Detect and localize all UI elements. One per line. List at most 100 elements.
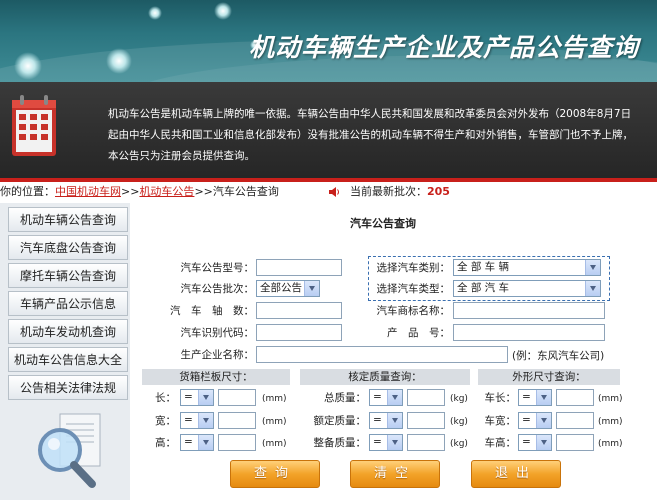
- latest-batch: 当前最新批次：205: [350, 183, 450, 201]
- product-input[interactable]: [453, 324, 605, 341]
- chevron-down-icon: [304, 281, 319, 296]
- axles-input[interactable]: [256, 302, 342, 319]
- unit-kg: (kg): [450, 439, 468, 449]
- car-width-operator[interactable]: =: [518, 412, 552, 429]
- outer-section-header: 外形尺寸查询：: [478, 369, 620, 385]
- exit-button[interactable]: 退出: [471, 460, 561, 488]
- chevron-down-icon: [536, 390, 551, 405]
- car-width-label: 车宽：: [484, 415, 517, 427]
- axles-label: 汽 车 轴 数：: [170, 305, 254, 317]
- notice-line: 本公告只为注册会员提供查询。: [108, 150, 255, 162]
- unit-mm: (mm): [598, 439, 623, 449]
- curb-mass-operator[interactable]: =: [369, 434, 403, 451]
- sidebar-item-notice-encyclopedia[interactable]: 机动车公告信息大全: [8, 347, 128, 372]
- latest-batch-label: 当前最新批次：: [350, 185, 427, 198]
- cargo-length-input[interactable]: [218, 389, 256, 406]
- cargo-width-operator[interactable]: =: [180, 412, 214, 429]
- latest-batch-value: 205: [427, 185, 450, 198]
- cargo-height-operator[interactable]: =: [180, 434, 214, 451]
- unit-kg: (kg): [450, 394, 468, 404]
- sidebar-item-chassis-notice[interactable]: 汽车底盘公告查询: [8, 235, 128, 260]
- divider-line: [0, 178, 657, 182]
- rated-mass-input[interactable]: [407, 412, 445, 429]
- operator-value: =: [373, 436, 382, 448]
- batch-select[interactable]: 全部公告: [256, 280, 320, 297]
- chevron-down-icon: [198, 413, 213, 428]
- rated-mass-operator[interactable]: =: [369, 412, 403, 429]
- banner-dot: [148, 6, 162, 20]
- car-width-input[interactable]: [556, 412, 594, 429]
- cargo-height-label: 高：: [155, 437, 176, 449]
- breadcrumb-path: 你的位置：中国机动车网>>机动车公告>>汽车公告查询: [0, 183, 279, 201]
- model-input[interactable]: [256, 259, 342, 276]
- breadcrumb-current: 汽车公告查询: [212, 185, 279, 198]
- car-height-label: 车高：: [484, 437, 517, 449]
- car-height-operator[interactable]: =: [518, 434, 552, 451]
- banner-dot: [14, 52, 42, 80]
- vin-label: 汽车识别代码：: [180, 327, 255, 339]
- sidebar-item-vehicle-notice[interactable]: 机动车辆公告查询: [8, 207, 128, 232]
- sidebar-item-laws[interactable]: 公告相关法律法规: [8, 375, 128, 400]
- breadcrumb-link-notice[interactable]: 机动车公告: [139, 185, 194, 198]
- unit-mm: (mm): [598, 394, 623, 404]
- total-mass-input[interactable]: [407, 389, 445, 406]
- operator-value: =: [184, 391, 193, 403]
- notice-line: 起由中华人民共和国工业和信息化部发布）没有批准公告的机动车辆不得生产和对外销售，…: [108, 129, 633, 141]
- query-button[interactable]: 查询: [230, 460, 320, 488]
- product-label: 产 品 号：: [387, 327, 450, 339]
- banner-dot: [106, 48, 132, 74]
- rated-mass-label: 额定质量：: [313, 415, 367, 427]
- maker-input[interactable]: [256, 346, 508, 363]
- cargo-width-label: 宽：: [155, 415, 176, 427]
- notice-line: 机动车公告是机动车辆上牌的唯一依据。车辆公告由中华人民共和国发展和改革委员会对外…: [108, 108, 632, 120]
- unit-kg: (kg): [450, 417, 468, 427]
- car-length-input[interactable]: [556, 389, 594, 406]
- car-length-operator[interactable]: =: [518, 389, 552, 406]
- clear-button[interactable]: 清空: [350, 460, 440, 488]
- operator-value: =: [522, 436, 531, 448]
- operator-value: =: [522, 414, 531, 426]
- cargo-length-label: 长：: [155, 392, 176, 404]
- chevron-down-icon: [387, 435, 402, 450]
- maker-example: (例：东风汽车公司): [512, 350, 605, 362]
- curb-mass-input[interactable]: [407, 434, 445, 451]
- cargo-height-input[interactable]: [218, 434, 256, 451]
- unit-mm: (mm): [262, 394, 287, 404]
- batch-label: 汽车公告批次：: [180, 283, 255, 295]
- select-focus-outline: [368, 256, 610, 301]
- notice-text: 机动车公告是机动车辆上牌的唯一依据。车辆公告由中华人民共和国发展和改革委员会对外…: [108, 104, 638, 167]
- cargo-width-input[interactable]: [218, 412, 256, 429]
- operator-value: =: [373, 414, 382, 426]
- total-mass-label: 总质量：: [324, 392, 366, 404]
- sidebar-item-product-publicity[interactable]: 车辆产品公示信息: [8, 291, 128, 316]
- page-title: 机动车辆生产企业及产品公告查询: [248, 33, 639, 62]
- total-mass-operator[interactable]: =: [369, 389, 403, 406]
- curb-mass-label: 整备质量：: [313, 437, 367, 449]
- header-banner: 机动车辆生产企业及产品公告查询: [0, 0, 657, 82]
- sidebar-item-engine-query[interactable]: 机动车发动机查询: [8, 319, 128, 344]
- form-title: 汽车公告查询: [350, 217, 416, 230]
- cargo-length-operator[interactable]: =: [180, 389, 214, 406]
- breadcrumb-link-home[interactable]: 中国机动车网: [55, 185, 121, 198]
- breadcrumb-separator: >>: [121, 185, 140, 198]
- unit-mm: (mm): [262, 417, 287, 427]
- banner-dot: [214, 2, 232, 20]
- breadcrumb-separator: >>: [194, 185, 213, 198]
- operator-value: =: [373, 391, 382, 403]
- sidebar-item-motorcycle-notice[interactable]: 摩托车辆公告查询: [8, 263, 128, 288]
- mass-section-header: 核定质量查询：: [300, 369, 470, 385]
- brand-input[interactable]: [453, 302, 605, 319]
- brand-label: 汽车商标名称：: [376, 305, 451, 317]
- cargo-section-header: 货箱栏板尺寸：: [142, 369, 290, 385]
- unit-mm: (mm): [262, 439, 287, 449]
- notice-band: 机动车公告是机动车辆上牌的唯一依据。车辆公告由中华人民共和国发展和改革委员会对外…: [0, 82, 657, 178]
- breadcrumb-prefix: 你的位置：: [0, 185, 55, 198]
- calendar-icon: [12, 95, 56, 156]
- car-length-label: 车长：: [484, 392, 517, 404]
- operator-value: =: [184, 436, 193, 448]
- magnifier-document-icon: [38, 413, 101, 488]
- car-height-input[interactable]: [556, 434, 594, 451]
- vin-input[interactable]: [256, 324, 342, 341]
- chevron-down-icon: [198, 390, 213, 405]
- operator-value: =: [184, 414, 193, 426]
